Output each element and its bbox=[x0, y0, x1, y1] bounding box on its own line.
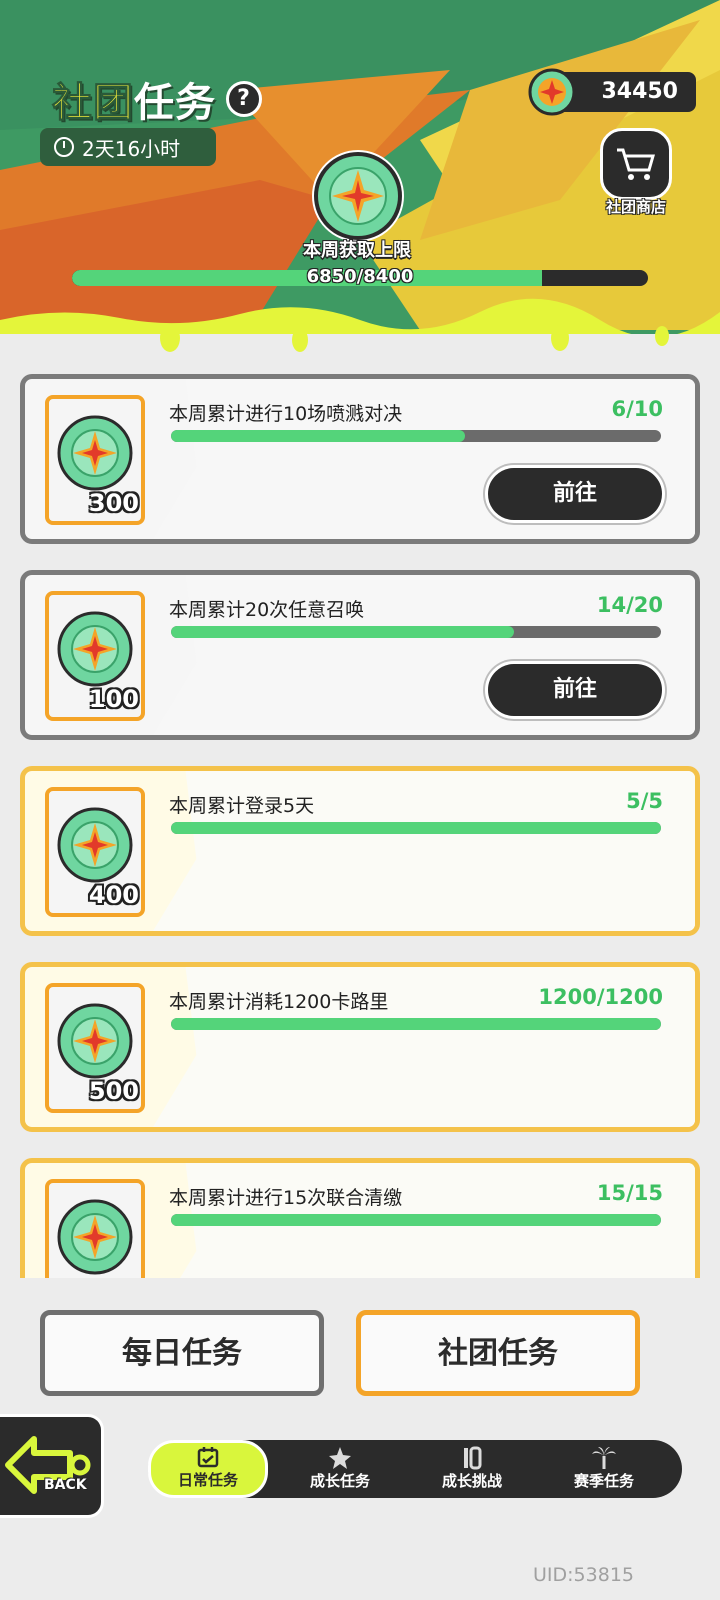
bottle-cap-icon bbox=[57, 807, 133, 883]
task-progress-fill bbox=[171, 1018, 661, 1030]
task-progress-bar bbox=[171, 1214, 661, 1226]
nav-label: 日常任务 bbox=[177, 1471, 238, 1489]
reward-amount: 300 bbox=[88, 489, 139, 517]
reward-box bbox=[45, 1179, 145, 1278]
nav-growth-challenge[interactable]: 成长挑战 bbox=[412, 1444, 532, 1494]
nav-growth-tasks[interactable]: 成长任务 bbox=[280, 1444, 400, 1494]
weekly-progress-text: 6850/8400 bbox=[306, 266, 414, 287]
task-name: 本周累计消耗1200卡路里 bbox=[169, 991, 389, 1013]
currency-amount: 34450 bbox=[601, 79, 678, 104]
club-shop-label: 社团商店 bbox=[605, 198, 666, 216]
ten-badge-icon bbox=[412, 1446, 532, 1470]
task-name: 本周累计登录5天 bbox=[169, 795, 315, 817]
bottle-cap-icon bbox=[528, 68, 576, 116]
title-part-club: 社团 bbox=[52, 80, 134, 127]
task-name: 本周累计进行10场喷溅对决 bbox=[169, 403, 403, 425]
user-id: UID:53815 bbox=[533, 1564, 634, 1586]
bottle-cap-icon bbox=[57, 1003, 133, 1079]
shop-cart-icon bbox=[600, 128, 672, 200]
go-button[interactable]: 前往 bbox=[485, 661, 665, 719]
nav-label: 成长任务 bbox=[309, 1472, 370, 1490]
task-progress-fill bbox=[171, 822, 661, 834]
tab-daily-tasks[interactable]: 每日任务 bbox=[40, 1310, 324, 1396]
task-progress-text: 15/15 bbox=[596, 1181, 663, 1205]
task-card: 300 本周累计进行10场喷溅对决 6/10 前往 bbox=[20, 374, 700, 544]
remaining-time-text: 2天16小时 bbox=[82, 136, 181, 161]
remaining-time: 2天16小时 bbox=[40, 128, 216, 166]
nav-label: 赛季任务 bbox=[573, 1472, 634, 1490]
task-progress-bar bbox=[171, 1018, 661, 1030]
task-progress-text: 1200/1200 bbox=[538, 985, 663, 1009]
task-name: 本周累计进行15次联合清缴 bbox=[169, 1187, 403, 1209]
reward-box: 500 bbox=[45, 983, 145, 1113]
task-progress-fill bbox=[171, 1214, 661, 1226]
nav-label: 成长挑战 bbox=[441, 1472, 502, 1490]
title-part-task: 任务 bbox=[134, 80, 216, 126]
task-card: 100 本周累计20次任意召唤 14/20 前往 bbox=[20, 570, 700, 740]
go-button[interactable]: 前往 bbox=[485, 465, 665, 523]
nav-season-tasks[interactable]: 赛季任务 bbox=[544, 1444, 664, 1494]
club-shop-button[interactable]: 社团商店 bbox=[596, 128, 676, 224]
reward-box: 400 bbox=[45, 787, 145, 917]
bottom-nav: 日常任务 成长任务 成长挑战 赛季任务 bbox=[148, 1440, 682, 1498]
task-progress-bar bbox=[171, 822, 661, 834]
bottle-cap-icon bbox=[312, 150, 404, 242]
task-progress-bar bbox=[171, 430, 661, 442]
task-progress-text: 6/10 bbox=[611, 397, 663, 421]
task-card: 本周累计进行15次联合清缴 15/15 bbox=[20, 1158, 700, 1278]
back-button[interactable]: BACK bbox=[0, 1414, 104, 1518]
palm-tree-icon bbox=[544, 1446, 664, 1470]
bottle-cap-icon bbox=[57, 611, 133, 687]
header-banner: 社团 任务 ? 2天16小时 34450 社团商店 本周获取上限 6850/84… bbox=[0, 0, 720, 360]
task-card: 400 本周累计登录5天 5/5 bbox=[20, 766, 700, 936]
currency-display: 34450 bbox=[528, 68, 696, 116]
nav-daily-tasks[interactable]: 日常任务 bbox=[148, 1440, 268, 1498]
task-progress-fill bbox=[171, 626, 514, 638]
page-title: 社团 任务 ? bbox=[52, 70, 262, 128]
task-progress-fill bbox=[171, 430, 465, 442]
task-progress-bar bbox=[171, 626, 661, 638]
reward-amount: 400 bbox=[88, 881, 139, 909]
question-mark-icon[interactable]: ? bbox=[226, 81, 262, 117]
task-progress-text: 5/5 bbox=[626, 789, 663, 813]
reward-amount: 100 bbox=[88, 685, 139, 713]
clock-icon bbox=[54, 137, 74, 157]
task-progress-text: 14/20 bbox=[596, 593, 663, 617]
star-icon bbox=[280, 1446, 400, 1470]
reward-amount: 500 bbox=[88, 1077, 139, 1105]
reward-box: 100 bbox=[45, 591, 145, 721]
bottle-cap-icon bbox=[57, 1199, 133, 1275]
task-card: 500 本周累计消耗1200卡路里 1200/1200 bbox=[20, 962, 700, 1132]
task-name: 本周累计20次任意召唤 bbox=[169, 599, 365, 621]
calendar-icon bbox=[151, 1445, 265, 1469]
tab-club-tasks[interactable]: 社团任务 bbox=[356, 1310, 640, 1396]
back-label: BACK bbox=[44, 1477, 87, 1493]
task-list[interactable]: 300 本周累计进行10场喷溅对决 6/10 前往 100 本周累计20次任意召… bbox=[18, 374, 702, 1278]
bottle-cap-icon bbox=[57, 415, 133, 491]
weekly-limit-label: 本周获取上限 bbox=[303, 240, 411, 261]
reward-box: 300 bbox=[45, 395, 145, 525]
